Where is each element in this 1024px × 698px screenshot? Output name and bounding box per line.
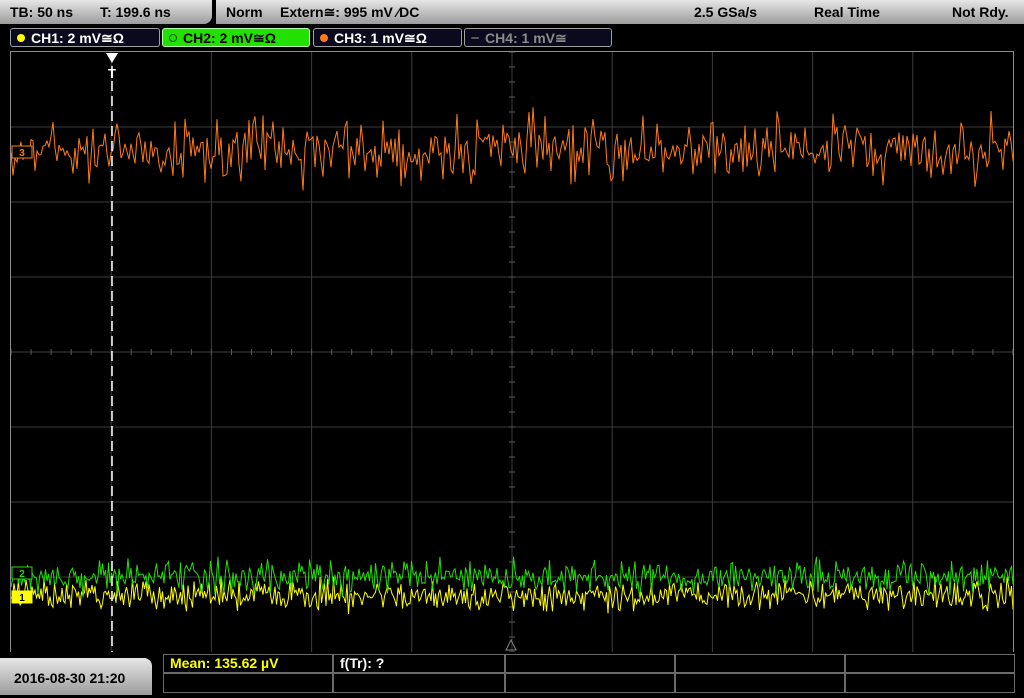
timebase-label: TB: 50 ns [10, 4, 74, 20]
channel-2-dot-icon [169, 34, 177, 42]
channel-1-label: CH1: 2 mV≅Ω [31, 30, 124, 46]
measurement-slot-3[interactable] [505, 654, 675, 673]
channel-4-tab[interactable]: CH4: 1 mV≅ [464, 28, 612, 47]
frequency-measurement[interactable]: f(Tr): ? [333, 654, 505, 673]
timebase-panel[interactable]: TB: 50 ns T: 199.6 ns [0, 0, 212, 24]
date-time-display: 2016-08-30 21:20 [0, 658, 152, 695]
acquisition-status-label: Not Rdy. [952, 4, 1009, 20]
sample-rate-label: 2.5 GSa/s [694, 4, 758, 20]
channel-3-tab[interactable]: CH3: 1 mV≅Ω [313, 28, 462, 47]
acquisition-panel[interactable]: Norm Extern≅: 995 mV ⁄DC 2.5 GSa/s Real … [216, 0, 1024, 24]
channel-1-tab[interactable]: CH1: 2 mV≅Ω [10, 28, 160, 47]
channel-2-ref-marker[interactable]: 2 [11, 566, 33, 580]
channel-1-ref-marker[interactable]: 1 [11, 590, 33, 604]
measurement-slot-5[interactable] [845, 654, 1015, 673]
waveform-plot[interactable]: T 3 2 1 [11, 52, 1013, 652]
channel-3-dot-icon [320, 34, 328, 42]
svg-text:2: 2 [19, 569, 25, 580]
channel-2-label: CH2: 2 mV≅Ω [183, 30, 276, 46]
measurement-slot-6[interactable] [163, 673, 333, 693]
center-marker-icon [505, 638, 517, 651]
trigger-mode-label: Norm [226, 4, 263, 20]
channel-1-dot-icon [17, 34, 25, 42]
acquisition-mode-label: Real Time [814, 4, 880, 20]
measurement-slot-9[interactable] [675, 673, 845, 693]
channel-4-label: CH4: 1 mV≅ [485, 30, 567, 46]
channel-3-ref-marker[interactable]: 3 [11, 145, 33, 159]
measurement-slot-4[interactable] [675, 654, 845, 673]
status-bar: TB: 50 ns T: 199.6 ns Norm Extern≅: 995 … [0, 0, 1024, 24]
channel-2-tab[interactable]: CH2: 2 mV≅Ω [162, 28, 310, 47]
trigger-marker-label: T [108, 66, 116, 81]
svg-text:3: 3 [19, 148, 25, 159]
measurement-slot-10[interactable] [845, 673, 1015, 693]
trigger-arrow-icon[interactable] [106, 53, 118, 63]
channel-3-label: CH3: 1 mV≅Ω [334, 30, 427, 46]
measurement-slot-8[interactable] [505, 673, 675, 693]
trigger-time-label: T: 199.6 ns [100, 4, 171, 20]
channel-4-off-icon [471, 37, 479, 39]
mean-measurement[interactable]: Mean: 135.62 µV [163, 654, 333, 673]
svg-text:1: 1 [19, 593, 25, 604]
trigger-source-label: Extern≅: 995 mV ⁄DC [280, 4, 420, 20]
measurement-slot-7[interactable] [333, 673, 505, 693]
